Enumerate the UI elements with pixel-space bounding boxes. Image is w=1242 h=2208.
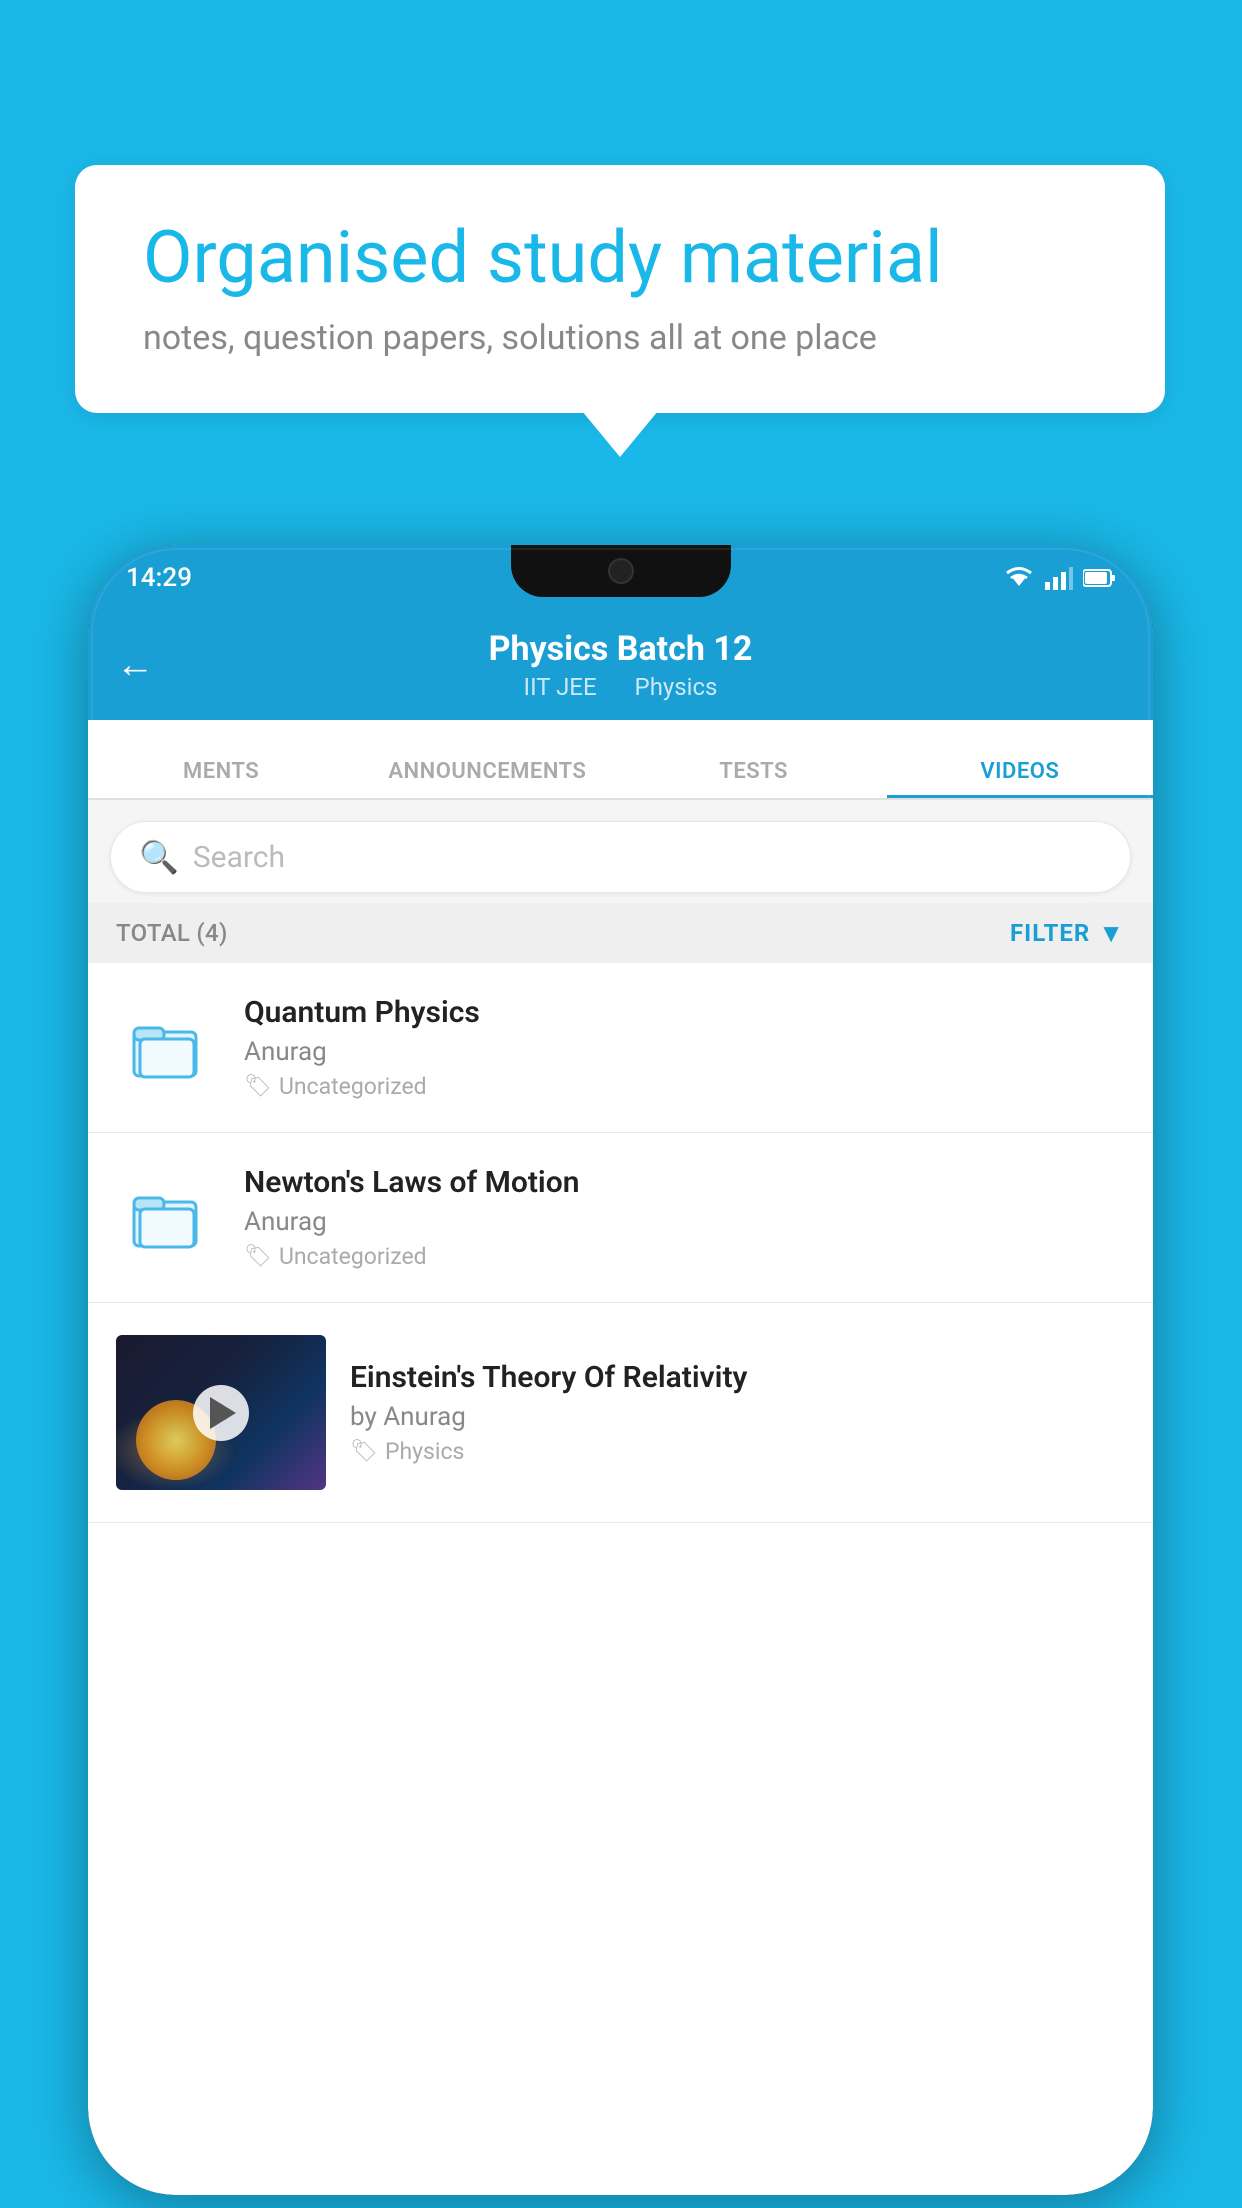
subheadline-text: notes, question papers, solutions all at… [143,318,1097,358]
item-content-1: Quantum Physics Anurag 🏷 Uncategorized [244,995,1125,1100]
headline-text: Organised study material [143,217,1097,300]
tag-icon-1: 🏷 [244,1074,272,1099]
item-author-3: by Anurag [350,1402,1125,1432]
item-tag-2: 🏷 Uncategorized [244,1243,1125,1270]
video-list: Quantum Physics Anurag 🏷 Uncategorized [88,963,1153,2195]
back-button[interactable]: ← [116,643,154,687]
tag-text-3: Physics [385,1438,464,1465]
phone-screen: 14:29 [88,545,1153,2195]
top-navigation-bar: ← Physics Batch 12 IIT JEE Physics [88,610,1153,720]
list-item[interactable]: Einstein's Theory Of Relativity by Anura… [88,1303,1153,1523]
item-tag-1: 🏷 Uncategorized [244,1073,1125,1100]
signal-icon [1045,566,1073,590]
item-thumbnail-3 [116,1335,326,1490]
subtitle-physics: Physics [635,673,718,701]
search-placeholder: Search [193,840,285,875]
tab-bar: MENTS ANNOUNCEMENTS TESTS VIDEOS [88,720,1153,800]
wifi-icon [1003,566,1035,590]
search-icon: 🔍 [139,838,179,876]
item-content-2: Newton's Laws of Motion Anurag 🏷 Uncateg… [244,1165,1125,1270]
item-author-2: Anurag [244,1207,1125,1237]
item-tag-3: 🏷 Physics [350,1438,1125,1465]
total-count-label: TOTAL (4) [116,919,228,947]
phone-frame: 14:29 [88,545,1153,2195]
tab-tests[interactable]: TESTS [621,759,887,798]
tag-icon-2: 🏷 [244,1244,272,1269]
play-triangle-icon [210,1397,236,1429]
notch-camera [608,558,634,584]
tab-videos[interactable]: VIDEOS [887,759,1153,798]
tab-ments[interactable]: MENTS [88,759,354,798]
tag-text-2: Uncategorized [279,1243,427,1270]
item-content-3: Einstein's Theory Of Relativity by Anura… [350,1360,1125,1465]
tab-announcements[interactable]: ANNOUNCEMENTS [354,759,620,798]
search-bar[interactable]: 🔍 Search [110,821,1131,893]
speech-bubble-card: Organised study material notes, question… [75,165,1165,413]
screen-subtitle: IIT JEE Physics [516,673,726,701]
filter-row: TOTAL (4) FILTER ▼ [88,903,1153,963]
item-author-1: Anurag [244,1037,1125,1067]
filter-button[interactable]: FILTER ▼ [1010,918,1125,949]
item-folder-icon-1 [116,998,216,1098]
list-item[interactable]: Quantum Physics Anurag 🏷 Uncategorized [88,963,1153,1133]
search-bar-container: 🔍 Search [88,803,1153,907]
battery-icon [1083,568,1115,588]
item-title-3: Einstein's Theory Of Relativity [350,1360,1125,1395]
phone-notch [511,545,731,597]
item-title-2: Newton's Laws of Motion [244,1165,1125,1200]
screen-title: Physics Batch 12 [489,629,753,669]
item-title-1: Quantum Physics [244,995,1125,1030]
filter-funnel-icon: ▼ [1098,918,1125,949]
filter-label: FILTER [1010,919,1090,947]
status-time: 14:29 [126,563,192,593]
subtitle-iit: IIT JEE [524,673,597,701]
list-item[interactable]: Newton's Laws of Motion Anurag 🏷 Uncateg… [88,1133,1153,1303]
item-folder-icon-2 [116,1168,216,1268]
tag-text-1: Uncategorized [279,1073,427,1100]
tag-icon-3: 🏷 [350,1439,378,1464]
play-button-3[interactable] [193,1385,249,1441]
status-icons [1003,566,1115,590]
